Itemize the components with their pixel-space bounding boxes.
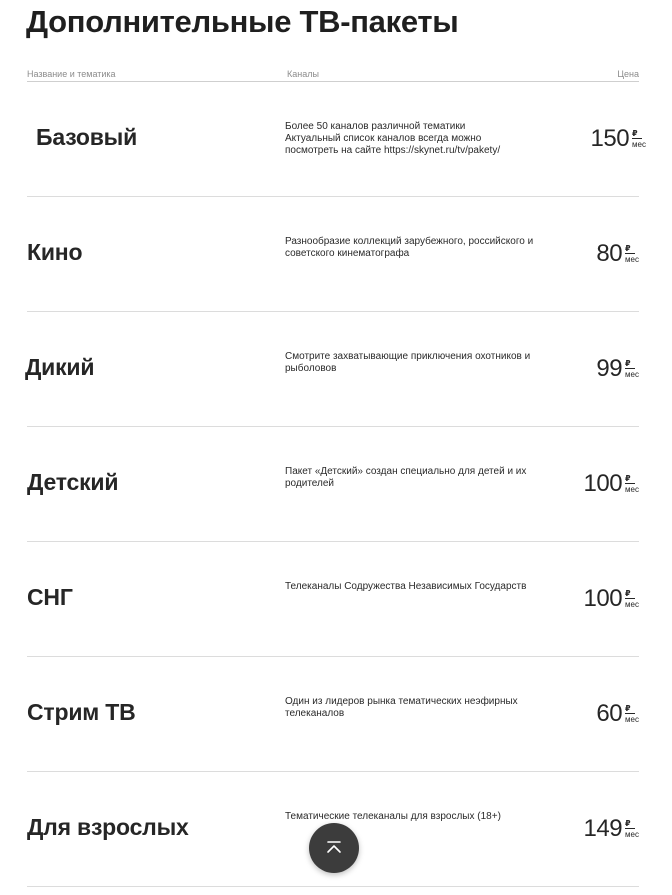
price-value: 80 [596,240,623,267]
price-unit: ₽ мес [625,704,639,724]
table-row: Детский Пакет «Детский» создан специальн… [27,427,639,542]
currency-symbol: ₽ [625,589,635,599]
package-name: Детский [27,469,119,495]
package-name: Дикий [25,354,95,380]
price-unit: ₽ мес [625,819,639,839]
table-row: Кино Разнообразие коллекций зарубежного,… [27,197,639,312]
table-row: Дикий Смотрите захватывающие приключения… [25,312,639,427]
package-price: 60 ₽ мес [596,699,639,729]
price-period: мес [625,830,639,839]
package-name: Кино [27,239,83,265]
table-row: Базовый Более 50 каналов различной темат… [27,82,646,197]
price-period: мес [632,140,646,149]
package-description: Пакет «Детский» создан специально для де… [285,466,527,489]
packages-table: Базовый Более 50 каналов различной темат… [25,82,646,887]
package-description: Тематические телеканалы для взрослых (18… [285,811,501,822]
package-price: 150 ₽ мес [591,124,647,154]
package-price: 149 ₽ мес [584,814,640,844]
price-value: 99 [596,355,623,382]
package-price: 100 ₽ мес [584,584,640,614]
currency-symbol: ₽ [625,359,635,369]
price-period: мес [625,600,639,609]
scroll-to-top-button[interactable] [309,823,359,873]
header-price: Цена [617,69,639,79]
currency-symbol: ₽ [625,819,635,829]
package-description: Смотрите захватывающие приключения охотн… [285,351,531,374]
price-unit: ₽ мес [625,589,639,609]
arrow-up-to-top-icon [327,841,341,853]
package-description: Более 50 каналов различной тематики Акту… [285,121,501,156]
price-unit: ₽ мес [632,129,646,149]
table-row: СНГ Телеканалы Содружества Независимых Г… [27,542,639,657]
currency-symbol: ₽ [625,704,635,714]
package-description: Один из лидеров рынка тематических неэфи… [285,696,518,719]
price-value: 150 [590,125,630,152]
table-row: Стрим ТВ Один из лидеров рынка тематичес… [27,657,639,772]
package-name: Стрим ТВ [27,699,136,725]
price-period: мес [625,715,639,724]
price-value: 149 [583,815,623,842]
package-name: Базовый [36,124,138,150]
price-unit: ₽ мес [625,474,639,494]
package-description: Телеканалы Содружества Независимых Госуд… [285,581,527,592]
package-price: 99 ₽ мес [596,354,639,384]
currency-symbol: ₽ [625,244,635,254]
package-description: Разнообразие коллекций зарубежного, росс… [285,236,534,259]
package-price: 80 ₽ мес [596,239,639,269]
price-value: 100 [583,470,623,497]
page-title: Дополнительные ТВ-пакеты [26,4,459,39]
price-period: мес [625,370,639,379]
price-value: 60 [596,700,623,727]
header-name: Название и тематика [27,69,116,79]
currency-symbol: ₽ [625,474,635,484]
header-channels: Каналы [287,69,319,79]
price-period: мес [625,255,639,264]
table-header: Название и тематика Каналы Цена [27,68,639,82]
package-name: Для взрослых [27,814,189,840]
package-price: 100 ₽ мес [584,469,640,499]
price-unit: ₽ мес [625,244,639,264]
package-name: СНГ [27,584,73,610]
price-value: 100 [583,585,623,612]
currency-symbol: ₽ [632,129,642,139]
price-period: мес [625,485,639,494]
price-unit: ₽ мес [625,359,639,379]
